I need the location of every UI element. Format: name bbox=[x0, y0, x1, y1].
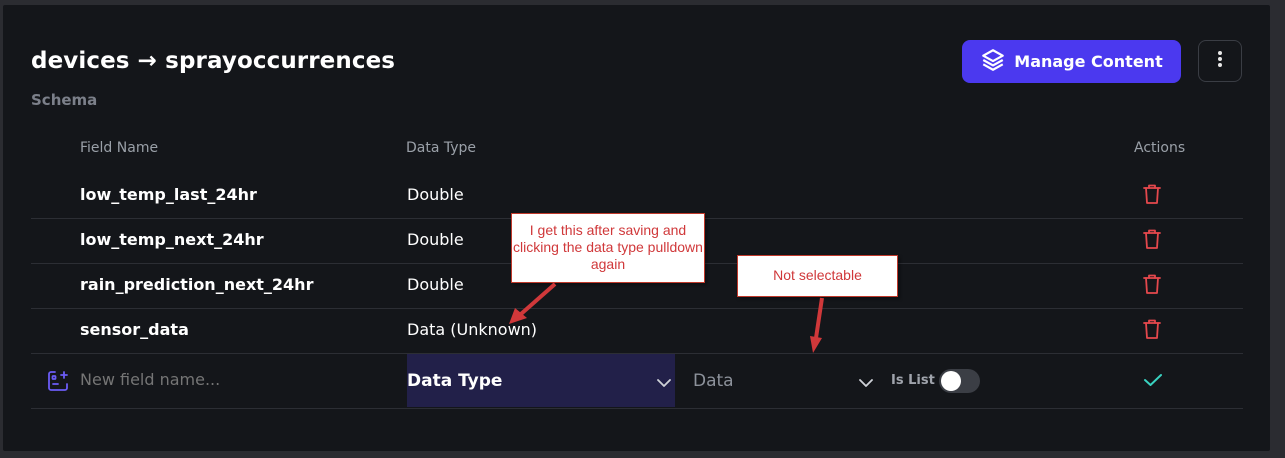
delete-field-icon[interactable] bbox=[1142, 318, 1162, 340]
field-data-type: Double bbox=[407, 275, 464, 294]
delete-field-icon[interactable] bbox=[1142, 273, 1162, 295]
data-subtype-dropdown[interactable]: Data bbox=[693, 354, 873, 407]
data-type-value: Data Type bbox=[407, 370, 503, 391]
chevron-down-icon bbox=[859, 373, 873, 392]
field-name: sensor_data bbox=[80, 320, 189, 339]
page-title: devices → sprayoccurrences bbox=[31, 48, 396, 74]
column-header-field-name: Field Name bbox=[80, 140, 159, 156]
more-vertical-icon bbox=[1217, 50, 1223, 72]
field-name: low_temp_next_24hr bbox=[80, 230, 264, 249]
is-list-toggle[interactable] bbox=[939, 369, 980, 393]
new-field-row: Data Type Data Is List bbox=[31, 353, 1243, 409]
page-subtitle: Schema bbox=[31, 91, 98, 109]
delete-field-icon[interactable] bbox=[1142, 228, 1162, 250]
layers-icon bbox=[980, 47, 1006, 77]
is-list-label: Is List bbox=[891, 373, 935, 388]
field-data-type: Double bbox=[407, 185, 464, 204]
delete-field-icon[interactable] bbox=[1142, 183, 1162, 205]
add-field-icon bbox=[47, 370, 69, 392]
manage-content-label: Manage Content bbox=[1014, 52, 1163, 71]
data-type-dropdown[interactable]: Data Type bbox=[407, 354, 675, 407]
chevron-down-icon bbox=[657, 373, 671, 392]
toggle-knob bbox=[941, 371, 961, 391]
field-data-type: Double bbox=[407, 230, 464, 249]
table-row: sensor_data Data (Unknown) bbox=[31, 308, 1243, 353]
column-header-actions: Actions bbox=[1134, 140, 1186, 156]
more-options-button[interactable] bbox=[1198, 40, 1242, 82]
column-header-data-type: Data Type bbox=[406, 140, 477, 156]
field-name: rain_prediction_next_24hr bbox=[80, 275, 314, 294]
check-icon[interactable] bbox=[1143, 372, 1163, 392]
manage-content-button[interactable]: Manage Content bbox=[962, 40, 1181, 83]
data-subtype-value: Data bbox=[693, 370, 734, 391]
annotation-arrow bbox=[810, 297, 824, 353]
annotation-callout: Not selectable bbox=[737, 255, 898, 297]
new-field-name-input[interactable] bbox=[80, 370, 380, 389]
annotation-arrow bbox=[509, 282, 557, 324]
field-name: low_temp_last_24hr bbox=[80, 185, 257, 204]
annotation-callout: I get this after saving and clicking the… bbox=[511, 213, 705, 283]
